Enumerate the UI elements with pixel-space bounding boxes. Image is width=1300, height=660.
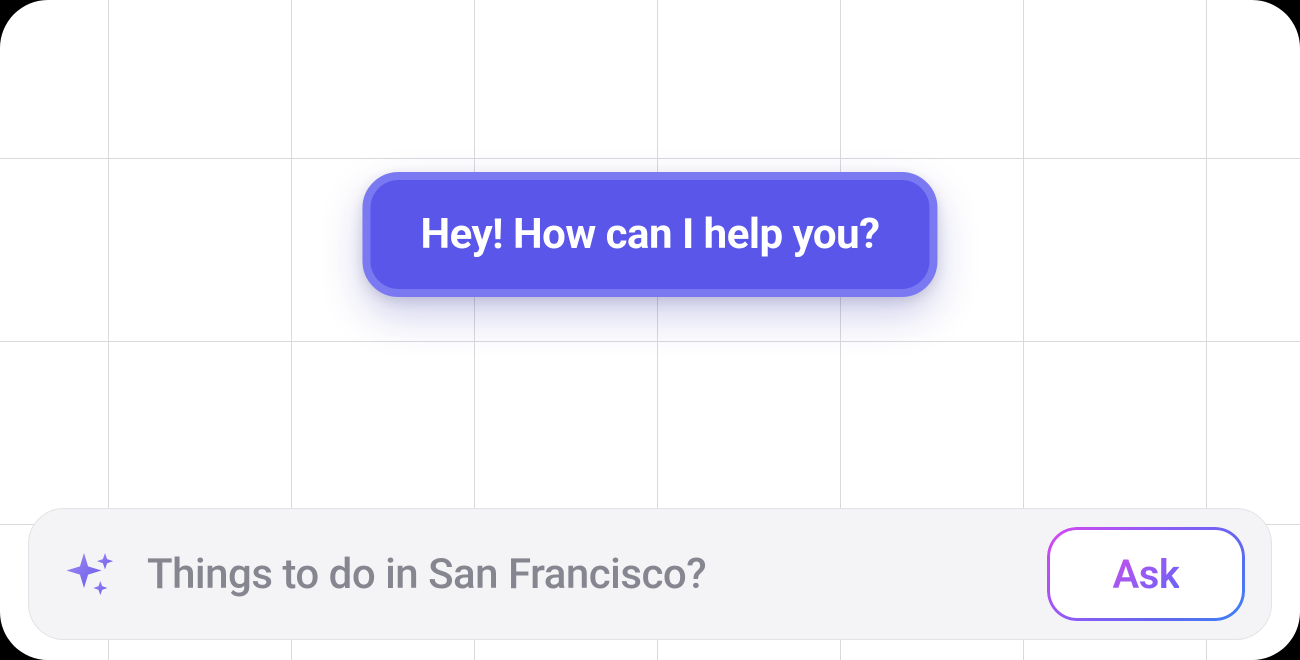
chat-input[interactable] bbox=[147, 550, 1019, 599]
ask-button-label: Ask bbox=[1113, 551, 1180, 598]
sparkle-icon bbox=[63, 546, 119, 602]
app-canvas: Hey! How can I help you? Ask bbox=[0, 0, 1300, 660]
assistant-greeting-text: Hey! How can I help you? bbox=[420, 210, 879, 259]
chat-input-bar: Ask bbox=[28, 508, 1272, 640]
ask-button[interactable]: Ask bbox=[1047, 527, 1245, 621]
assistant-greeting-bubble: Hey! How can I help you? bbox=[362, 172, 937, 297]
